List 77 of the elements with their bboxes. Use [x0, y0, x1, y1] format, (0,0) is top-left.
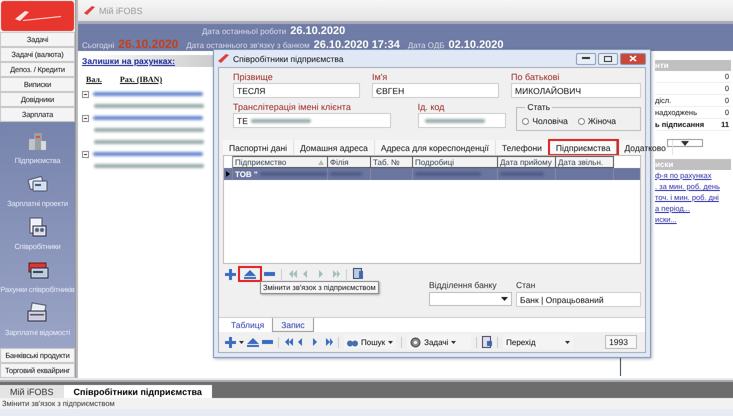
- radio-option[interactable]: Жіноча: [578, 112, 616, 126]
- input-field[interactable]: [418, 113, 506, 128]
- search-button[interactable]: Пошук: [344, 335, 396, 349]
- field-label: Ід. код: [418, 102, 446, 112]
- maximize-button[interactable]: [598, 52, 618, 64]
- state-field[interactable]: Банк | Опрацьований: [516, 292, 641, 307]
- binoculars-icon[interactable]: [347, 338, 358, 346]
- collapse-icon[interactable]: [82, 114, 89, 122]
- nav-arrow-icon[interactable]: [284, 336, 294, 348]
- table-cell: ТОВ ": [233, 168, 328, 180]
- form-icon[interactable]: [353, 268, 364, 280]
- goto-button[interactable]: Перехід: [503, 335, 574, 349]
- add-icon[interactable]: [225, 268, 236, 280]
- field-label: По батькові: [511, 72, 560, 82]
- view-tab[interactable]: Запис: [272, 318, 314, 332]
- column-header: Рах. (IBAN): [120, 75, 162, 84]
- input-field[interactable]: ТЕСЛЯ: [233, 83, 360, 98]
- minimize-button[interactable]: [576, 52, 596, 64]
- date-value: 26.10.2020 17:34: [314, 38, 400, 50]
- maximize-icon[interactable]: [604, 56, 612, 62]
- date-value: 02.10.2020: [448, 38, 504, 50]
- view-tab[interactable]: Таблиця: [223, 318, 272, 332]
- building-icon[interactable]: [26, 130, 48, 152]
- window-tab[interactable]: Мій iFOBS: [0, 385, 64, 398]
- eject-icon[interactable]: [244, 270, 256, 278]
- column-header[interactable]: Таб. №: [371, 156, 413, 168]
- window-title: Мій iFOBS: [99, 6, 143, 16]
- close-button[interactable]: [620, 52, 646, 64]
- date-value: 26.10.2020: [118, 36, 178, 50]
- label-text: Дата ОДБ: [408, 40, 444, 50]
- label-text: Дата останнього зв'язку з банком: [186, 40, 310, 50]
- table-row[interactable]: ТОВ ": [224, 168, 640, 180]
- section-title: нти: [655, 61, 669, 70]
- dialog-title: Співробітники підприємства: [233, 54, 344, 64]
- column-header: Вал.: [86, 75, 102, 84]
- close-icon[interactable]: [629, 55, 637, 62]
- field-label: Ім'я: [372, 72, 388, 82]
- caret-icon[interactable]: [681, 140, 689, 146]
- field-label: Відділення банку: [429, 280, 498, 290]
- row-pointer-icon: [226, 171, 230, 177]
- add-icon[interactable]: [225, 336, 236, 348]
- collapse-icon[interactable]: [82, 90, 89, 98]
- field-label: Транслітерація імені клієнта: [233, 102, 352, 112]
- tab[interactable]: Підприємства: [548, 140, 618, 155]
- input-field[interactable]: ТЕ: [233, 113, 391, 128]
- caret-icon[interactable]: [565, 340, 570, 344]
- group-label: Стать: [525, 102, 552, 112]
- caret-icon[interactable]: [388, 340, 394, 344]
- window-tab[interactable]: Співробітники підприємства: [64, 385, 212, 398]
- logo-icon: [1, 1, 74, 31]
- nav-arrow-icon[interactable]: [323, 336, 333, 348]
- column-header[interactable]: Підприємство: [233, 156, 328, 168]
- app-icon: [84, 6, 96, 16]
- date-value: 26.10.2020: [290, 24, 346, 36]
- input-field[interactable]: МИКОЛАЙОВИЧ: [511, 83, 641, 98]
- column-header[interactable]: Дата звільн.: [556, 156, 614, 168]
- collapse-icon[interactable]: [82, 150, 89, 158]
- tasks-button[interactable]: Задачі: [407, 335, 472, 349]
- caret-icon[interactable]: [451, 340, 456, 344]
- edit-link-button[interactable]: [240, 268, 260, 280]
- record-counter: 1993: [605, 335, 637, 349]
- field-label: Стан: [516, 280, 536, 290]
- input-field[interactable]: ЄВГЕН: [372, 83, 500, 98]
- app-icon: [218, 54, 230, 64]
- nav-arrow-icon[interactable]: [310, 336, 320, 348]
- column-header[interactable]: Дата прийому: [498, 156, 556, 168]
- minimize-icon[interactable]: [582, 57, 590, 60]
- section-title: иски: [655, 160, 674, 169]
- field-label: Прізвище: [233, 72, 274, 82]
- balances-link[interactable]: Залишки на рахунках:: [82, 56, 175, 66]
- caret-icon[interactable]: [501, 297, 508, 301]
- radio-option[interactable]: Чоловіча: [522, 112, 568, 126]
- column-header[interactable]: Подробиці: [413, 156, 498, 168]
- period-dropdown[interactable]: [667, 139, 703, 147]
- label-text: Сьогодні: [82, 40, 114, 50]
- column-header[interactable]: Філія: [328, 156, 371, 168]
- label-text: Дата останньої роботи: [202, 26, 286, 36]
